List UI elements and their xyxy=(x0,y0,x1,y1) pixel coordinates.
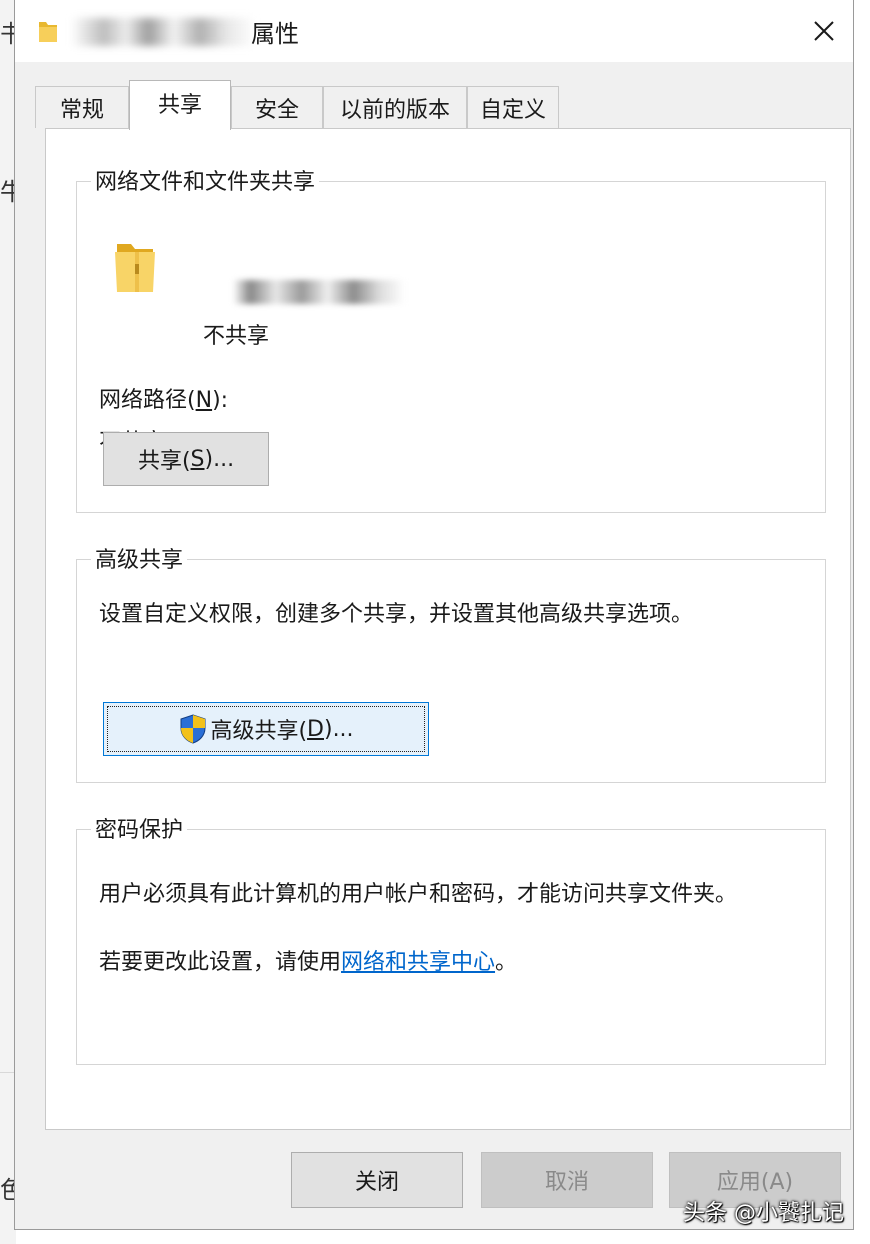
group-title: 高级共享 xyxy=(91,542,188,574)
close-button[interactable] xyxy=(801,10,847,52)
tab-previous-versions[interactable]: 以前的版本 xyxy=(323,86,467,128)
password-protection-description: 用户必须具有此计算机的用户帐户和密码，才能访问共享文件夹。 xyxy=(99,882,738,907)
tab-security[interactable]: 安全 xyxy=(231,86,323,128)
network-path-label: 网络路径(N): xyxy=(99,388,229,413)
close-dialog-button[interactable]: 关闭 xyxy=(291,1152,463,1208)
sharing-status: 不共享 xyxy=(203,324,270,349)
title-bar[interactable]: 属性 xyxy=(15,0,853,62)
redacted-share-name xyxy=(233,280,405,304)
advanced-sharing-button[interactable]: 高级共享(D)... xyxy=(103,702,429,756)
folder-icon xyxy=(39,22,57,42)
properties-dialog: 属性 常规 共享 安全 以前的版本 自定义 网络文件和文件夹共享 不共享 网络路… xyxy=(14,0,854,1230)
tab-general[interactable]: 常规 xyxy=(35,86,129,128)
advanced-sharing-description: 设置自定义权限，创建多个共享，并设置其他高级共享选项。 xyxy=(99,602,694,627)
close-icon xyxy=(814,21,834,41)
sharing-panel: 网络文件和文件夹共享 不共享 网络路径(N): 不共享 共享(S)... 高级共… xyxy=(45,128,851,1130)
advanced-sharing-group: 高级共享 设置自定义权限，创建多个共享，并设置其他高级共享选项。 高级共享(D)… xyxy=(76,542,826,783)
network-sharing-center-link[interactable]: 网络和共享中心 xyxy=(341,950,495,975)
group-title: 网络文件和文件夹共享 xyxy=(91,164,320,196)
cancel-button[interactable]: 取消 xyxy=(481,1152,653,1208)
redacted-folder-name xyxy=(71,18,255,46)
group-title: 密码保护 xyxy=(91,812,188,844)
network-sharing-group: 网络文件和文件夹共享 不共享 网络路径(N): 不共享 共享(S)... xyxy=(76,164,826,513)
window-title: 属性 xyxy=(251,20,299,48)
folder-icon xyxy=(115,244,155,292)
password-protection-group: 密码保护 用户必须具有此计算机的用户帐户和密码，才能访问共享文件夹。 若要更改此… xyxy=(76,812,826,1065)
tab-sharing[interactable]: 共享 xyxy=(129,80,231,130)
password-protection-hint: 若要更改此设置，请使用网络和共享中心。 xyxy=(99,950,518,975)
tab-customize[interactable]: 自定义 xyxy=(467,86,559,128)
watermark: 头条 @小饕扎记 xyxy=(683,1201,844,1226)
share-button[interactable]: 共享(S)... xyxy=(103,432,269,486)
shield-icon xyxy=(180,714,206,744)
